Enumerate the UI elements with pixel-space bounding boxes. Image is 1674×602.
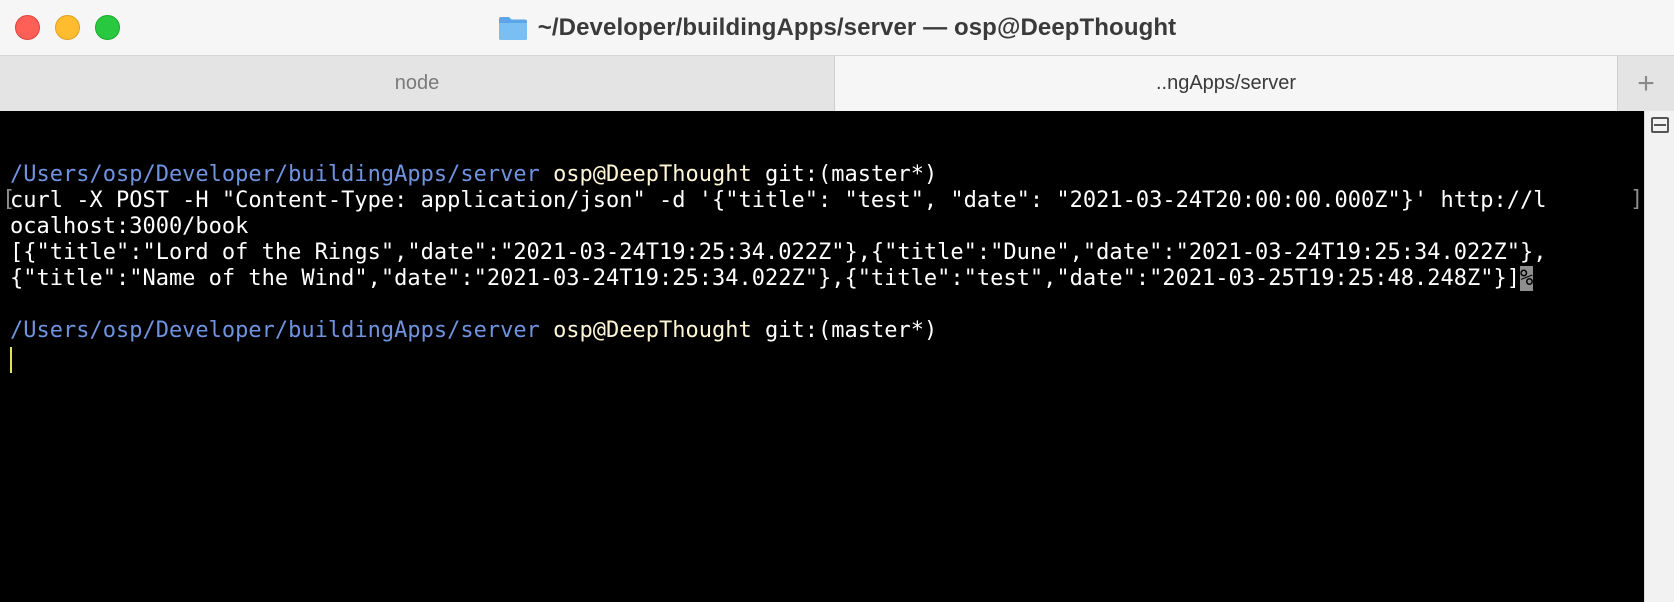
prompt-git-branch: git:(master*) <box>765 162 938 187</box>
prompt-userhost: osp@DeepThought <box>553 162 752 187</box>
prompt-line: /Users/osp/Developer/buildingApps/server… <box>10 161 937 189</box>
window-title-group: ~/Developer/buildingApps/server — osp@De… <box>0 0 1674 56</box>
no-newline-marker: % <box>1519 266 1534 291</box>
folder-icon[interactable] <box>498 15 528 41</box>
output-line-text: {"title":"Name of the Wind","date":"2021… <box>10 266 1520 291</box>
output-line: [{"title":"Lord of the Rings","date":"20… <box>10 240 1547 265</box>
tab-bar: node ..ngApps/server + <box>0 56 1674 111</box>
title-bar[interactable]: ~/Developer/buildingApps/server — osp@De… <box>0 0 1674 56</box>
window-title: ~/Developer/buildingApps/server — osp@De… <box>537 14 1177 41</box>
tab-node[interactable]: node <box>0 56 835 111</box>
split-pane-icon[interactable] <box>1651 117 1669 133</box>
text-cursor <box>10 347 12 373</box>
terminal-window: ~/Developer/buildingApps/server — osp@De… <box>0 0 1674 602</box>
prompt-git-branch: git:(master*) <box>765 318 938 343</box>
scrollbar[interactable] <box>1644 111 1674 602</box>
output-line: {"title":"Name of the Wind","date":"2021… <box>10 265 1534 293</box>
prompt-line: /Users/osp/Developer/buildingApps/server… <box>10 317 937 345</box>
prompt-path: /Users/osp/Developer/buildingApps/server <box>10 162 540 187</box>
new-tab-button[interactable]: + <box>1618 56 1674 111</box>
command-line: curl -X POST -H "Content-Type: applicati… <box>10 188 1547 213</box>
prompt-path: /Users/osp/Developer/buildingApps/server <box>10 318 540 343</box>
prompt-userhost: osp@DeepThought <box>553 318 752 343</box>
tab-server[interactable]: ..ngApps/server <box>835 56 1618 111</box>
selection-bracket-right: ] <box>1630 187 1644 212</box>
command-line-wrap: ocalhost:3000/book <box>10 214 249 239</box>
terminal-output[interactable]: /Users/osp/Developer/buildingApps/server… <box>0 111 1644 602</box>
